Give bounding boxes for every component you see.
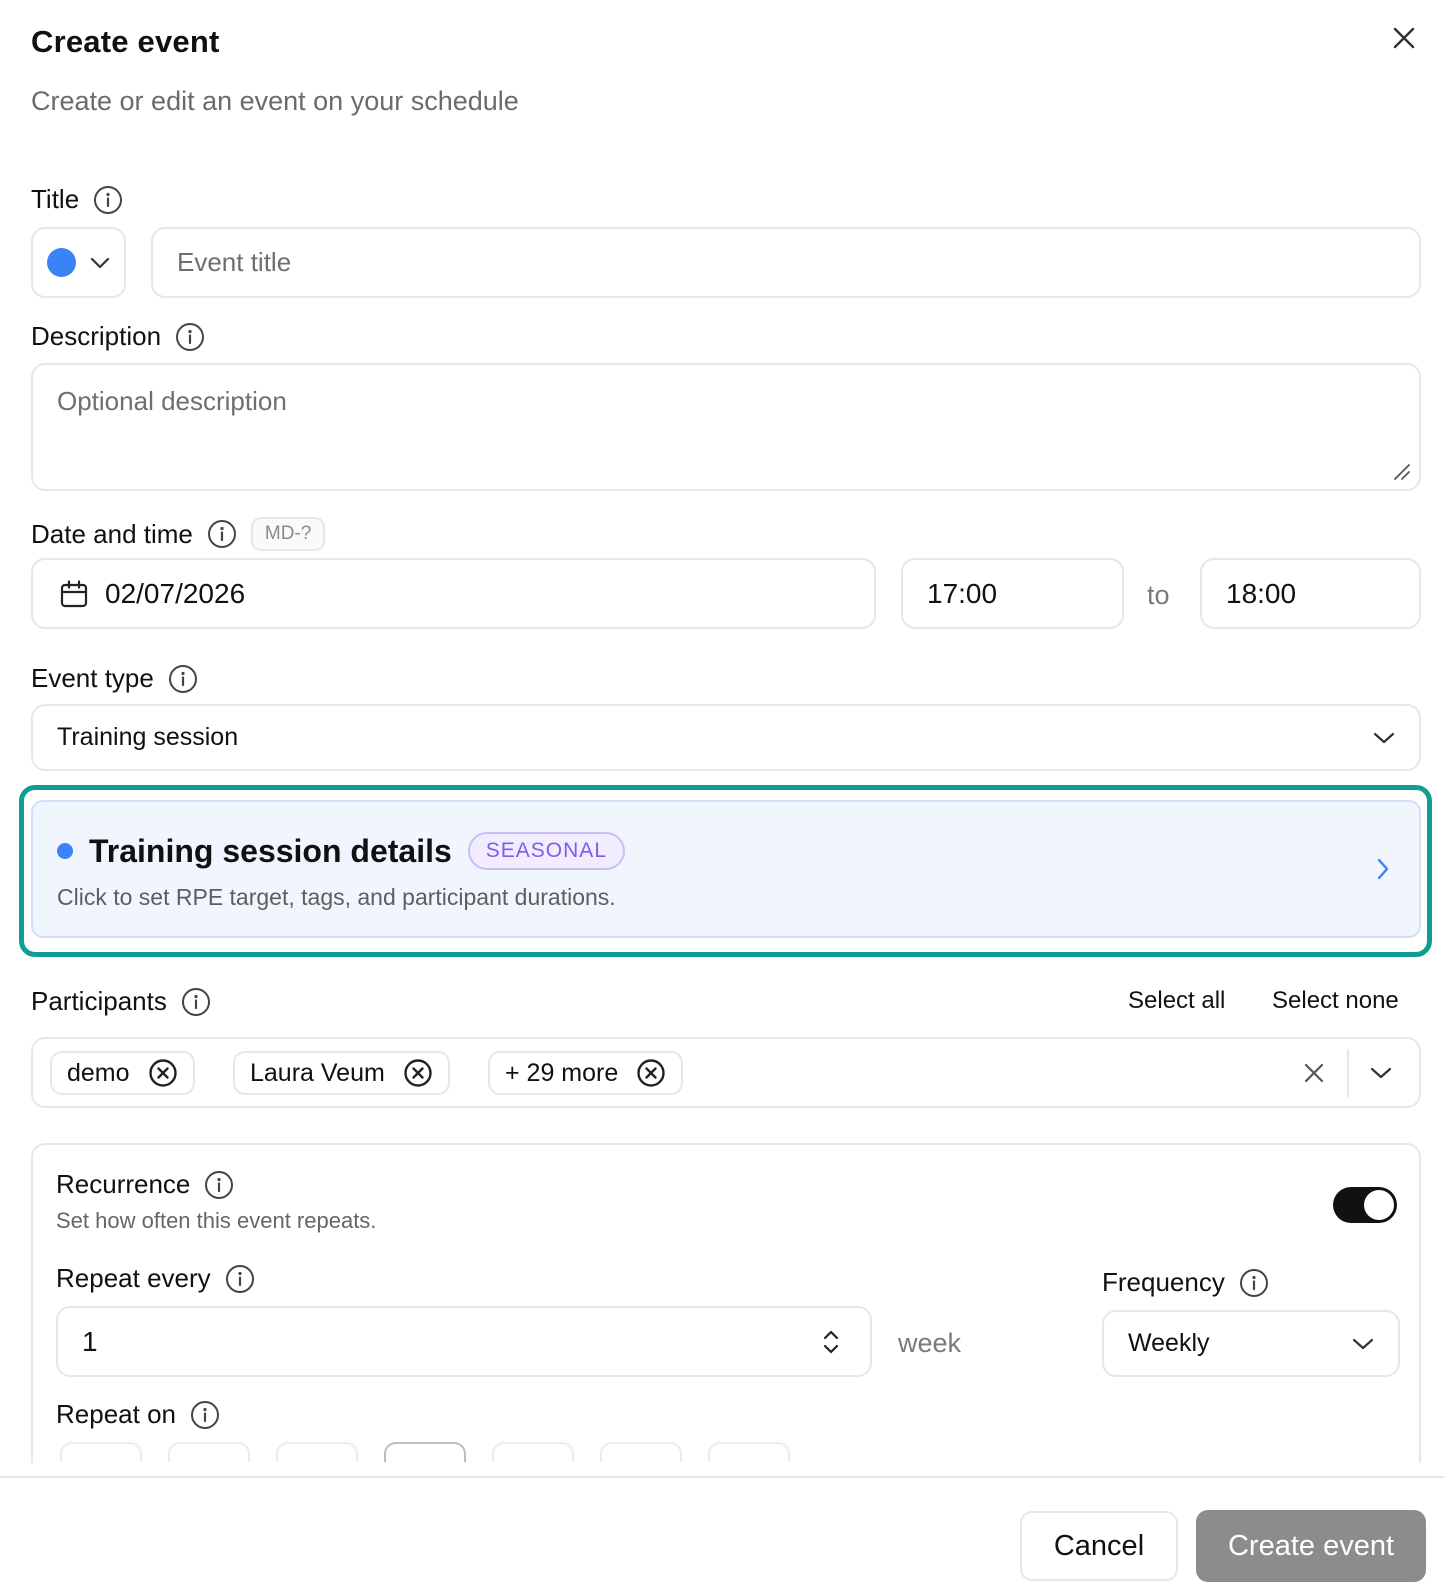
date-value: 02/07/2026 (105, 577, 246, 609)
close-button[interactable] (1388, 22, 1420, 54)
frequency-select[interactable]: Weekly (1102, 1310, 1400, 1377)
chip-label: demo (67, 1058, 130, 1087)
description-textarea[interactable]: Optional description (31, 363, 1421, 491)
chevron-right-icon (1377, 858, 1389, 880)
recurrence-section (31, 1143, 1421, 1463)
info-icon[interactable] (168, 664, 198, 694)
event-type-label-text: Event type (31, 663, 154, 693)
event-type-select[interactable]: Training session (31, 704, 1421, 771)
color-picker[interactable] (31, 227, 126, 298)
participants-label: Participants (31, 986, 211, 1017)
create-event-button[interactable]: Create event (1196, 1510, 1426, 1582)
info-icon[interactable] (190, 1400, 220, 1430)
info-icon[interactable] (1239, 1268, 1269, 1298)
stepper-icon[interactable] (821, 1326, 841, 1358)
chevron-down-icon (1352, 1338, 1374, 1349)
description-label: Description (31, 321, 205, 352)
day-toggle[interactable] (168, 1442, 250, 1462)
title-label: Title (31, 184, 123, 215)
day-toggle[interactable] (60, 1442, 142, 1462)
calendar-icon (60, 579, 88, 607)
end-time-value: 18:00 (1226, 577, 1297, 609)
close-icon (1393, 27, 1415, 49)
repeat-on-label: Repeat on (56, 1399, 220, 1430)
repeat-every-input[interactable]: 1 (56, 1306, 872, 1377)
resize-handle-icon[interactable] (1391, 461, 1411, 481)
seasonal-badge: SEASONAL (467, 832, 625, 870)
start-time-value: 17:00 (927, 577, 998, 609)
info-icon[interactable] (204, 1170, 234, 1200)
event-type-label: Event type (31, 663, 198, 694)
modal-subtitle: Create or edit an event on your schedule (31, 86, 519, 116)
chevron-down-icon[interactable] (1370, 1066, 1392, 1080)
repeat-unit: week (898, 1328, 962, 1358)
end-time-input[interactable]: 18:00 (1200, 558, 1421, 629)
divider (1347, 1049, 1349, 1097)
start-time-input[interactable]: 17:00 (901, 558, 1124, 629)
status-dot (57, 843, 73, 859)
recurrence-label-text: Recurrence (56, 1169, 191, 1199)
repeat-every-label: Repeat every (56, 1263, 255, 1294)
recurrence-hint: Set how often this event repeats. (56, 1208, 377, 1233)
title-label-text: Title (31, 184, 80, 214)
recurrence-label: Recurrence (56, 1169, 234, 1200)
training-details-card[interactable]: Training session details SEASONAL Click … (31, 800, 1421, 938)
participant-chip: Laura Veum (233, 1051, 450, 1095)
remove-chip-icon[interactable] (636, 1058, 666, 1088)
frequency-value: Weekly (1128, 1329, 1210, 1357)
day-toggle[interactable] (384, 1442, 466, 1462)
chevron-down-icon (1373, 732, 1395, 743)
info-icon[interactable] (207, 519, 237, 549)
color-swatch (47, 248, 76, 277)
chip-label: + 29 more (505, 1058, 619, 1087)
title-placeholder: Event title (177, 247, 292, 277)
info-icon[interactable] (93, 185, 123, 215)
toggle-knob (1364, 1190, 1394, 1220)
select-none-button[interactable]: Select none (1272, 987, 1399, 1015)
frequency-label-text: Frequency (1102, 1267, 1225, 1297)
repeat-on-label-text: Repeat on (56, 1399, 176, 1429)
description-placeholder: Optional description (57, 386, 287, 416)
recurrence-toggle[interactable] (1333, 1187, 1397, 1223)
chevron-down-icon (90, 257, 110, 268)
more-participants-chip: + 29 more (488, 1051, 684, 1095)
day-toggle[interactable] (708, 1442, 790, 1462)
select-all-button[interactable]: Select all (1128, 987, 1225, 1015)
participants-multiselect[interactable]: demo Laura Veum + 29 more (31, 1037, 1421, 1108)
day-toggle[interactable] (276, 1442, 358, 1462)
date-time-label: Date and time MD-? (31, 517, 326, 551)
participant-chip: demo (50, 1051, 195, 1095)
day-toggle[interactable] (600, 1442, 682, 1462)
remove-chip-icon[interactable] (403, 1058, 433, 1088)
info-icon[interactable] (181, 987, 211, 1017)
event-type-value: Training session (57, 723, 239, 751)
info-icon[interactable] (175, 322, 205, 352)
description-label-text: Description (31, 321, 162, 351)
time-separator: to (1147, 580, 1170, 610)
cancel-button[interactable]: Cancel (1020, 1511, 1178, 1581)
date-time-label-text: Date and time (31, 518, 193, 549)
clear-all-icon[interactable] (1303, 1062, 1325, 1084)
footer-divider (0, 1476, 1444, 1478)
frequency-label: Frequency (1102, 1267, 1269, 1298)
remove-chip-icon[interactable] (148, 1058, 178, 1088)
info-icon[interactable] (225, 1264, 255, 1294)
date-time-tag: MD-? (250, 517, 326, 551)
day-toggle[interactable] (492, 1442, 574, 1462)
date-picker[interactable]: 02/07/2026 (31, 558, 876, 629)
modal-title: Create event (31, 24, 220, 59)
participants-label-text: Participants (31, 986, 167, 1016)
details-title: Training session details (89, 832, 452, 869)
repeat-every-value: 1 (82, 1325, 98, 1357)
repeat-every-label-text: Repeat every (56, 1263, 211, 1293)
chip-label: Laura Veum (250, 1058, 385, 1087)
details-hint: Click to set RPE target, tags, and parti… (57, 884, 616, 910)
title-input[interactable]: Event title (151, 227, 1421, 298)
